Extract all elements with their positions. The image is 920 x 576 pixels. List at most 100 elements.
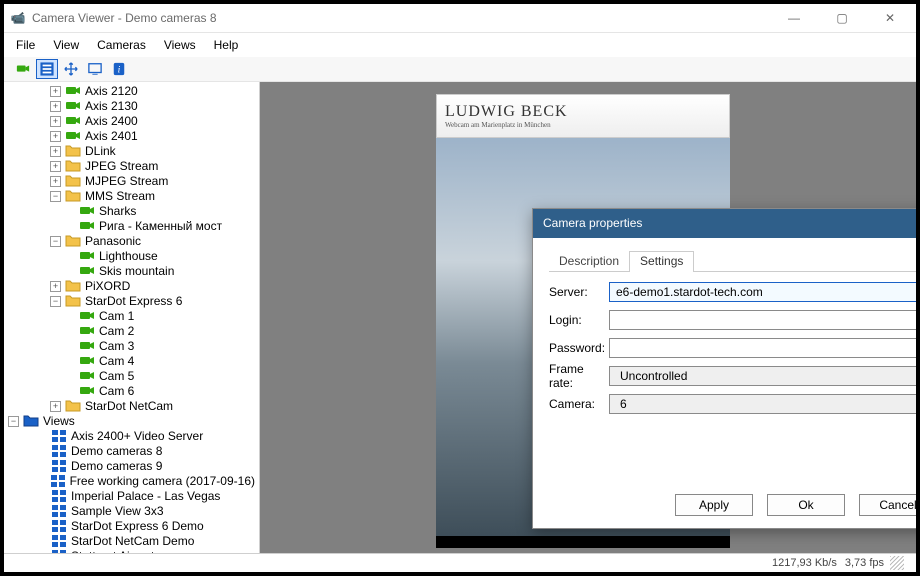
tree-expander[interactable]: + — [50, 131, 61, 142]
view-icon — [51, 458, 67, 474]
ok-button[interactable]: Ok — [767, 494, 845, 516]
tree-expander — [36, 476, 46, 487]
minimize-button[interactable]: — — [774, 4, 814, 32]
menu-cameras[interactable]: Cameras — [97, 38, 146, 52]
tree-item[interactable]: +StarDot NetCam — [4, 399, 259, 414]
tree-item[interactable]: +Axis 2400 — [4, 114, 259, 129]
camera-icon — [79, 203, 95, 219]
monitor-icon[interactable] — [84, 59, 106, 79]
tab-description[interactable]: Description — [549, 250, 629, 271]
tree-item[interactable]: Axis 2400+ Video Server — [4, 429, 259, 444]
folder-icon — [65, 158, 81, 174]
tree-item[interactable]: + PiXORD — [4, 279, 259, 294]
tree-item[interactable]: Sample View 3x3 — [4, 504, 259, 519]
tree-item-label: Cam 2 — [99, 324, 134, 338]
tree-expander — [36, 446, 47, 457]
dialog-titlebar[interactable]: Camera properties ✕ — [533, 209, 916, 238]
move-icon[interactable] — [60, 59, 82, 79]
tree-item[interactable]: + Axis 2120 — [4, 84, 259, 99]
tree-item[interactable]: Imperial Palace - Las Vegas — [4, 489, 259, 504]
tree-expander — [64, 221, 75, 232]
folder-icon — [65, 233, 81, 249]
tree-item[interactable]: −StarDot Express 6 — [4, 294, 259, 309]
tree-item[interactable]: Cam 4 — [4, 354, 259, 369]
close-window-button[interactable]: ✕ — [870, 4, 910, 32]
apply-button[interactable]: Apply — [675, 494, 753, 516]
tree-item[interactable]: +MJPEG Stream — [4, 174, 259, 189]
camera-select[interactable]: 6 — [609, 394, 916, 414]
camera-icon — [79, 323, 95, 339]
tree-item[interactable]: Cam 1 — [4, 309, 259, 324]
tree-item[interactable]: Free working camera (2017-09-16) — [4, 474, 259, 489]
tree-item[interactable]: StarDot NetCam Demo — [4, 534, 259, 549]
tree-item[interactable]: Lighthouse — [4, 249, 259, 264]
tree-expander[interactable]: − — [50, 236, 61, 247]
tree-item[interactable]: StarDot Express 6 Demo — [4, 519, 259, 534]
resize-grip-icon[interactable] — [890, 556, 904, 570]
tree-item[interactable]: +JPEG Stream — [4, 159, 259, 174]
menu-file[interactable]: File — [16, 38, 35, 52]
tree-item[interactable]: −Panasonic — [4, 234, 259, 249]
view-icon — [51, 503, 67, 519]
tree-item-label: Cam 3 — [99, 339, 134, 353]
tree-item[interactable]: Demo cameras 9 — [4, 459, 259, 474]
menu-help[interactable]: Help — [214, 38, 239, 52]
tree-item[interactable]: Cam 2 — [4, 324, 259, 339]
menu-view[interactable]: View — [53, 38, 79, 52]
tree-item-label: Axis 2120 — [85, 84, 138, 98]
view-icon — [51, 533, 67, 549]
tree-item[interactable]: Cam 6 — [4, 384, 259, 399]
view-icon — [50, 473, 66, 489]
tree-item-label: Demo cameras 8 — [71, 444, 162, 458]
info-icon[interactable] — [108, 59, 130, 79]
tree-item[interactable]: Sharks — [4, 204, 259, 219]
tree-expander[interactable]: + — [50, 116, 61, 127]
tree-item[interactable]: Рига - Каменный мост — [4, 219, 259, 234]
tree-item[interactable]: +DLink — [4, 144, 259, 159]
camera-icon — [79, 368, 95, 384]
tree-item-label: PiXORD — [85, 279, 130, 293]
tree-expander[interactable]: + — [50, 176, 61, 187]
camera-icon — [79, 248, 95, 264]
cancel-button[interactable]: Cancel — [859, 494, 916, 516]
menu-views[interactable]: Views — [164, 38, 196, 52]
tree-item-label: Axis 2400+ Video Server — [71, 429, 203, 443]
view-icon — [51, 428, 67, 444]
tree-expander[interactable]: + — [50, 101, 61, 112]
tree-item[interactable]: Skis mountain — [4, 264, 259, 279]
tree-expander[interactable]: − — [8, 416, 19, 427]
status-fps: 3,73 fps — [845, 557, 884, 569]
tree-item[interactable]: +Axis 2401 — [4, 129, 259, 144]
password-label: Password: — [549, 341, 609, 355]
tree-expander[interactable]: + — [50, 281, 61, 292]
list-icon[interactable] — [36, 59, 58, 79]
tree-item[interactable]: +Axis 2130 — [4, 99, 259, 114]
tree-expander — [64, 251, 75, 262]
framerate-select[interactable]: Uncontrolled — [609, 366, 916, 386]
tree-views-root[interactable]: Views — [43, 414, 75, 428]
tree-item-label: Skis mountain — [99, 264, 174, 278]
maximize-button[interactable]: ▢ — [822, 4, 862, 32]
viewer-area: LUDWIG BECK Webcam am Marienplatz in Mün… — [260, 82, 916, 553]
password-input[interactable] — [609, 338, 916, 358]
tree-item[interactable]: Cam 3 — [4, 339, 259, 354]
tree-expander — [36, 431, 47, 442]
tree-item[interactable]: Demo cameras 8 — [4, 444, 259, 459]
tree-item[interactable]: Cam 5 — [4, 369, 259, 384]
tree-expander — [36, 521, 47, 532]
tree-pane[interactable]: + Axis 2120+Axis 2130+Axis 2400+Axis 2401… — [4, 82, 260, 553]
tab-settings[interactable]: Settings — [629, 251, 694, 272]
video-banner — [436, 536, 730, 548]
camera-icon — [79, 338, 95, 354]
tree-expander[interactable]: − — [50, 191, 61, 202]
tree-expander[interactable]: + — [50, 146, 61, 157]
server-input[interactable] — [609, 282, 916, 302]
tree-expander[interactable]: − — [50, 296, 61, 307]
camera-icon[interactable] — [12, 59, 34, 79]
tree-expander[interactable]: + — [50, 401, 61, 412]
login-input[interactable] — [609, 310, 916, 330]
tree-expander[interactable]: + — [50, 86, 61, 97]
camera-label: Camera: — [549, 397, 609, 411]
tree-expander[interactable]: + — [50, 161, 61, 172]
tree-item[interactable]: −MMS Stream — [4, 189, 259, 204]
